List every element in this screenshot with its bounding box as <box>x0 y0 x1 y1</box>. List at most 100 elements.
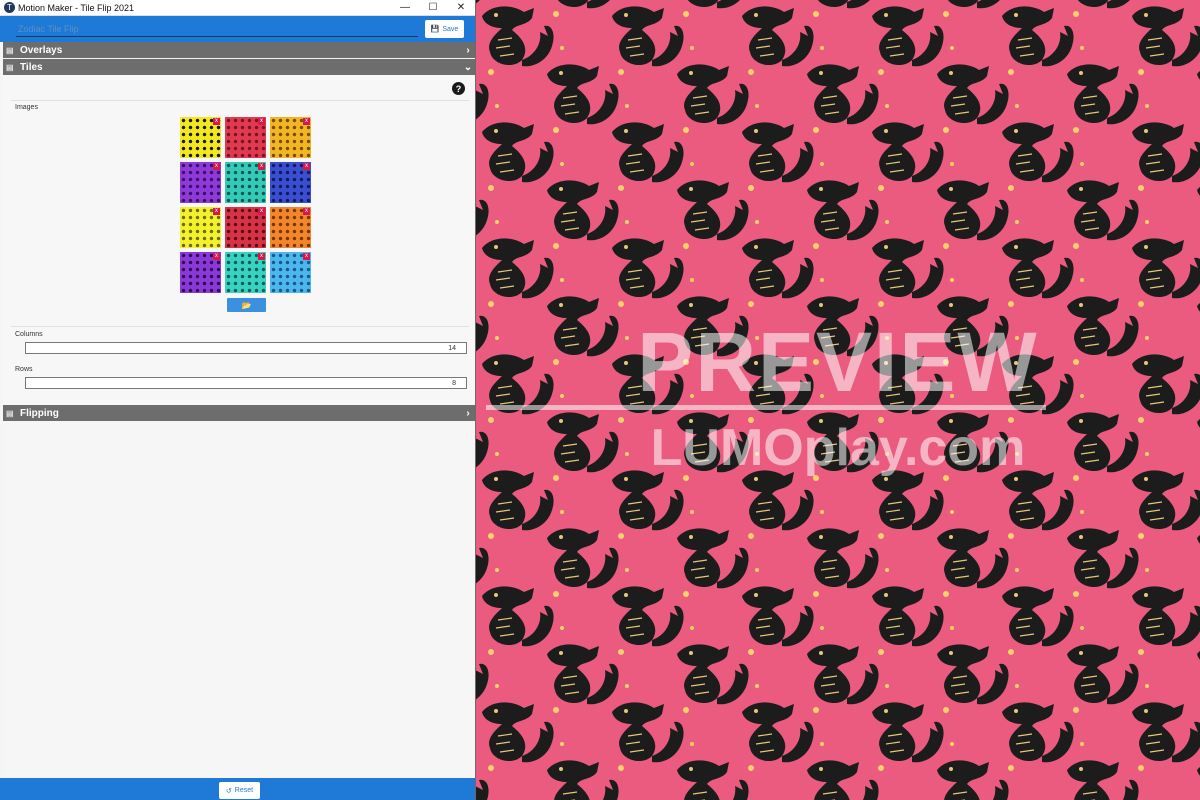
columns-input[interactable]: 14 <box>25 342 467 354</box>
section-tiles[interactable]: ▤ Tiles ⌄ <box>3 59 475 75</box>
remove-tile-icon[interactable]: x <box>258 118 265 125</box>
save-button[interactable]: 💾 Save <box>425 20 464 38</box>
tile-thumbnail[interactable]: x <box>180 252 221 293</box>
dragon-motif <box>677 644 759 705</box>
remove-tile-icon[interactable]: x <box>213 253 220 260</box>
tile-thumbnail[interactable]: x <box>270 252 311 293</box>
dragon-motif <box>1132 586 1200 647</box>
window-title: Motion Maker - Tile Flip 2021 <box>18 2 135 13</box>
dragon-motif <box>677 64 759 125</box>
dragon-motif <box>1132 470 1200 531</box>
title-bar: T Motion Maker - Tile Flip 2021 — ☐ ✕ <box>0 0 475 16</box>
section-flipping[interactable]: ▤ Flipping › <box>3 405 475 421</box>
app-icon: T <box>4 2 15 13</box>
divider <box>11 100 469 101</box>
tile-thumbnail[interactable]: x <box>225 162 266 203</box>
help-icon[interactable]: ? <box>452 82 465 95</box>
watermark-domain: LUMOplay.com <box>650 419 1026 477</box>
dragon-motif <box>547 64 629 125</box>
dragon-motif <box>482 238 564 299</box>
dragon-motif <box>742 586 824 647</box>
remove-tile-icon[interactable]: x <box>303 118 310 125</box>
remove-tile-icon[interactable]: x <box>303 253 310 260</box>
dragon-motif <box>1067 760 1144 800</box>
dragon-motif <box>482 586 564 647</box>
tile-thumbnail[interactable]: x <box>180 162 221 203</box>
reset-button[interactable]: ↺ Reset <box>219 782 260 799</box>
close-icon[interactable]: ✕ <box>447 2 475 13</box>
open-folder-button[interactable]: 📂 <box>227 298 266 312</box>
image-thumbnails: x x x x x x x x x x x x <box>180 117 312 293</box>
remove-tile-icon[interactable]: x <box>258 208 265 215</box>
dragon-motif <box>476 0 480 4</box>
dragon-motif <box>1067 180 1149 241</box>
dragon-motif <box>1067 64 1149 125</box>
dragon-motif <box>547 644 629 705</box>
remove-tile-icon[interactable]: x <box>258 163 265 170</box>
dragon-motif <box>742 6 824 67</box>
section-overlays[interactable]: ▤ Overlays › <box>3 42 475 58</box>
dragon-motif <box>1067 528 1149 589</box>
tile-thumbnail[interactable]: x <box>225 117 266 158</box>
tile-thumbnail[interactable]: x <box>225 207 266 248</box>
section-icon: ▤ <box>6 62 14 72</box>
motion-maker-window: T Motion Maker - Tile Flip 2021 — ☐ ✕ 💾 … <box>0 0 476 800</box>
dragon-motif <box>742 702 824 763</box>
section-flipping-label: Flipping <box>20 407 59 419</box>
chevron-right-icon: › <box>466 407 470 419</box>
dragon-motif <box>476 185 499 236</box>
dragon-motif <box>872 6 954 67</box>
dragon-motif <box>807 644 889 705</box>
dragon-motif <box>807 528 889 589</box>
maximize-icon[interactable]: ☐ <box>419 2 447 13</box>
watermark-preview: PREVIEW <box>637 315 1039 409</box>
dragon-motif <box>937 760 1014 800</box>
dragon-motif <box>547 528 629 589</box>
tile-thumbnail[interactable]: x <box>180 117 221 158</box>
dragon-motif <box>872 702 954 763</box>
dragon-motif <box>612 122 694 183</box>
watermark-underline <box>486 405 1046 410</box>
columns-label: Columns <box>15 331 43 338</box>
dragon-motif <box>742 238 824 299</box>
footer-bar: ↺ Reset <box>0 778 475 800</box>
remove-tile-icon[interactable]: x <box>258 253 265 260</box>
remove-tile-icon[interactable]: x <box>213 208 220 215</box>
section-icon: ▤ <box>6 45 14 55</box>
dragon-motif <box>872 238 954 299</box>
remove-tile-icon[interactable]: x <box>213 163 220 170</box>
remove-tile-icon[interactable]: x <box>213 118 220 125</box>
images-label: Images <box>15 104 38 111</box>
dragon-motif <box>612 6 694 67</box>
dragon-motif <box>688 0 740 9</box>
section-tiles-label: Tiles <box>20 61 43 73</box>
dragon-motif <box>937 180 1019 241</box>
divider <box>11 326 469 327</box>
project-name-input[interactable] <box>16 22 418 37</box>
dragon-motif <box>872 586 954 647</box>
dragon-motif <box>476 69 499 120</box>
tile-thumbnail[interactable]: x <box>225 252 266 293</box>
tile-thumbnail[interactable]: x <box>270 162 311 203</box>
dragon-motif <box>677 760 754 800</box>
remove-tile-icon[interactable]: x <box>303 208 310 215</box>
dragon-motif <box>558 0 610 9</box>
remove-tile-icon[interactable]: x <box>303 163 310 170</box>
preview-pane: PREVIEW LUMOplay.com <box>476 0 1200 800</box>
dragon-motif <box>677 528 759 589</box>
dragon-motif <box>937 64 1019 125</box>
dragon-motif <box>872 122 954 183</box>
dragon-motif <box>937 528 1019 589</box>
minimize-icon[interactable]: — <box>391 2 419 13</box>
dragon-motif <box>476 765 494 800</box>
rows-label: Rows <box>15 366 33 373</box>
dragon-motif <box>872 470 954 531</box>
dragon-motif <box>476 533 499 584</box>
tile-thumbnail[interactable]: x <box>270 117 311 158</box>
chevron-right-icon: › <box>466 44 470 56</box>
dragon-motif <box>1132 6 1200 67</box>
dragon-motif <box>1132 702 1200 763</box>
tile-thumbnail[interactable]: x <box>180 207 221 248</box>
rows-input[interactable]: 8 <box>25 377 467 389</box>
tile-thumbnail[interactable]: x <box>270 207 311 248</box>
